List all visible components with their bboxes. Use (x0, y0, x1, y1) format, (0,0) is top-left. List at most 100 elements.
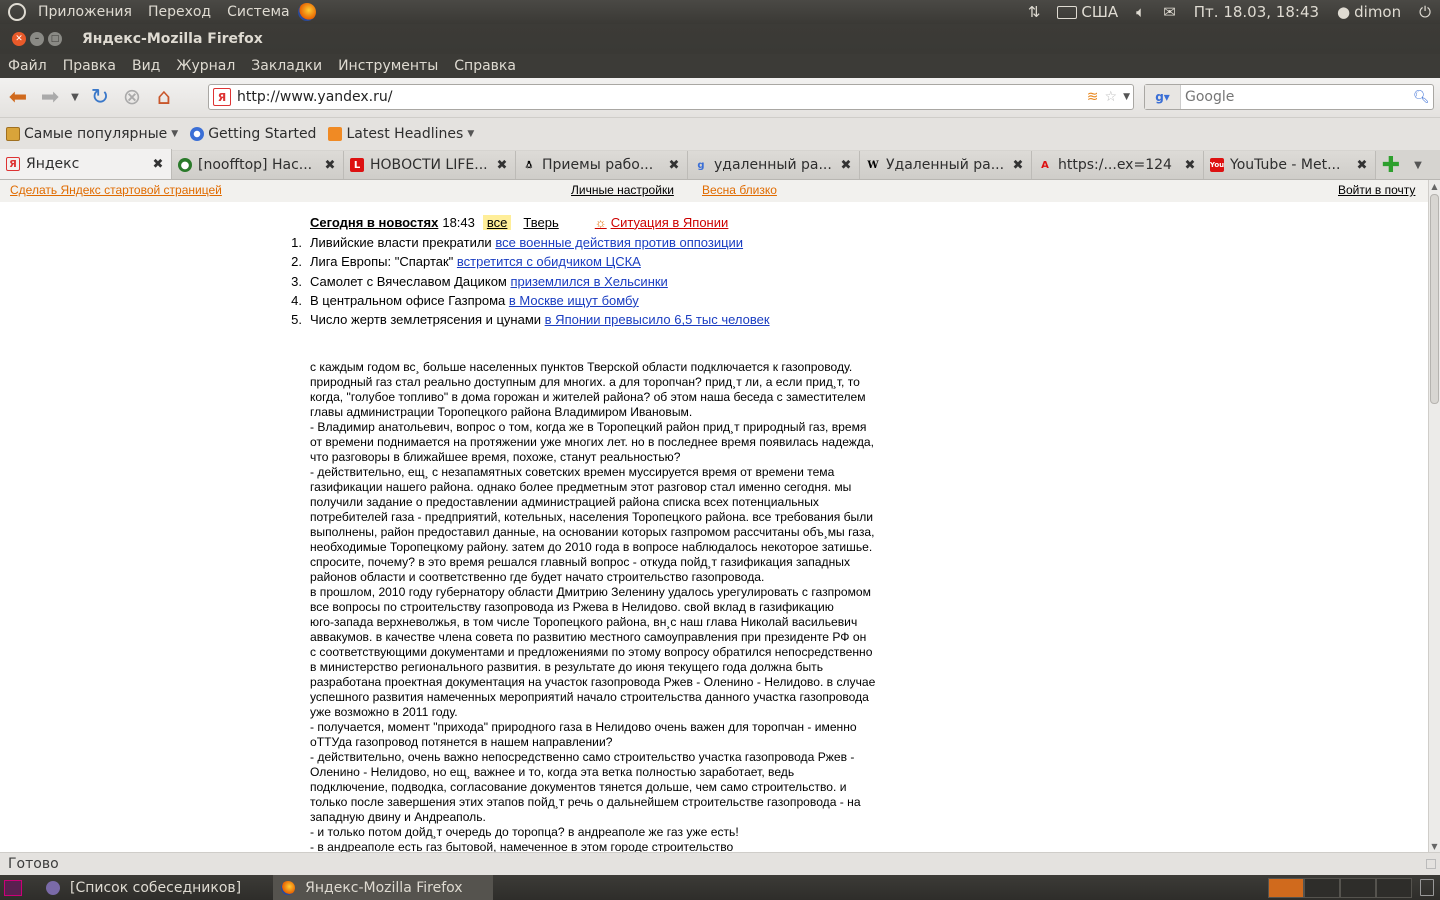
tab-close-icon[interactable]: ✖ (495, 158, 509, 173)
news-tab-city[interactable]: Тверь (523, 215, 558, 230)
search-engine-google-icon[interactable]: g▾ (1145, 85, 1181, 109)
power-icon[interactable]: ⏻ (1410, 3, 1440, 21)
bookmark-most-visited[interactable]: Самые популярные ▼ (0, 126, 184, 142)
scroll-up-arrow-icon[interactable]: ▲ (1429, 180, 1440, 192)
news-item-text: Число жертв землетрясения и цунами (310, 312, 545, 328)
workspace-switcher[interactable] (1268, 878, 1412, 898)
keyboard-layout[interactable]: США (1081, 3, 1127, 21)
search-input[interactable] (1185, 89, 1413, 105)
workspace-2[interactable] (1304, 878, 1340, 898)
workspace-1[interactable] (1268, 878, 1304, 898)
spring-link[interactable]: Весна близко (702, 183, 777, 197)
news-item-text: В центральном офисе Газпрома (310, 292, 509, 308)
news-time: 18:43 (442, 214, 475, 230)
search-magnifier-icon[interactable]: 🔍︎ (1413, 90, 1433, 105)
url-dropdown-icon[interactable]: ▼ (1123, 92, 1130, 102)
ubuntu-logo-icon[interactable] (8, 3, 26, 21)
menu-history[interactable]: Журнал (168, 58, 243, 74)
url-bar[interactable]: Я http://www.yandex.ru/ ≋ ☆ ▼ (208, 84, 1134, 110)
user-name[interactable]: dimon (1352, 3, 1410, 21)
window-minimize-button[interactable]: – (30, 32, 44, 46)
clock[interactable]: Пт. 18.03, 18:43 (1185, 3, 1328, 21)
menu-edit[interactable]: Правка (55, 58, 124, 74)
workspace-4[interactable] (1376, 878, 1412, 898)
bookmark-getting-started[interactable]: Getting Started (184, 126, 322, 142)
volume-icon[interactable]: 🔈︎ (1127, 3, 1154, 21)
article-line: районов области и соответственно где буд… (310, 570, 765, 584)
tab-close-icon[interactable]: ✖ (1183, 158, 1197, 173)
news-special-link[interactable]: ☼ Ситуация в Японии (595, 215, 729, 230)
new-tab-plus-icon[interactable]: ✚ (1376, 151, 1406, 179)
news-tab-all[interactable]: все (482, 214, 512, 230)
bookmark-latest-headlines[interactable]: Latest Headlines ▼ (322, 126, 480, 142)
tab-close-icon[interactable]: ✖ (839, 158, 853, 173)
tab-yandex[interactable]: Я Яндекс ✖ (0, 149, 172, 179)
vertical-scrollbar[interactable]: ▲ ▼ (1428, 180, 1440, 852)
tab-close-icon[interactable]: ✖ (1355, 158, 1369, 173)
user-status-icon[interactable]: ● (1328, 3, 1352, 21)
firefox-launcher-icon[interactable] (297, 3, 316, 21)
article-line: все вопросы по строительству газопровода… (310, 600, 834, 614)
back-arrow-icon[interactable]: ⬅ (2, 83, 34, 113)
url-text[interactable]: http://www.yandex.ru/ (237, 89, 1084, 105)
tab-list-dropdown-icon[interactable]: ▼ (1406, 151, 1430, 179)
make-start-page-link[interactable]: Сделать Яндекс стартовой страницей (10, 183, 222, 197)
show-desktop-icon[interactable] (4, 879, 22, 896)
personal-settings-link[interactable]: Личные настройки (571, 183, 674, 197)
chevron-down-icon: ▼ (171, 129, 179, 139)
stop-icon[interactable]: ⊗ (116, 83, 148, 113)
panel-menu-places[interactable]: Переход (140, 0, 219, 24)
news-heading-link[interactable]: Сегодня в новостях (310, 215, 438, 230)
login-mail-link[interactable]: Войти в почту (1338, 183, 1415, 197)
menu-help[interactable]: Справка (446, 58, 524, 74)
forward-arrow-icon[interactable]: ➡ (34, 83, 66, 113)
tab-youtube[interactable]: You YouTube - Met... ✖ (1204, 151, 1376, 179)
tab-work-techniques[interactable]: 🐧︎ Приемы рабо... ✖ (516, 151, 688, 179)
tab-life-news[interactable]: L НОВОСТИ LIFE... ✖ (344, 151, 516, 179)
keyboard-icon[interactable] (1057, 5, 1078, 19)
tab-close-icon[interactable]: ✖ (667, 158, 681, 173)
news-item-link[interactable]: встретится с обидчиком ЦСКА (457, 254, 641, 269)
bookmark-star-icon[interactable]: ☆ (1105, 89, 1118, 105)
menu-view[interactable]: Вид (124, 58, 168, 74)
taskbar-item-pidgin[interactable]: [Список собеседников] (38, 875, 249, 900)
tab-https-pdf[interactable]: A https:/...ex=124 ✖ (1032, 151, 1204, 179)
news-item-link[interactable]: приземлился в Хельсинки (510, 274, 667, 289)
news-item-link[interactable]: в Японии превысило 6,5 тыс человек (545, 312, 770, 327)
menu-bookmarks[interactable]: Закладки (243, 58, 330, 74)
tab-noofftop[interactable]: ● [noofftop] Нас... ✖ (172, 151, 344, 179)
menu-tools[interactable]: Инструменты (330, 58, 446, 74)
mail-icon[interactable]: ✉ (1154, 3, 1185, 21)
menu-file[interactable]: Файл (0, 58, 55, 74)
tab-remote-wiki[interactable]: W Удаленный ра... ✖ (860, 151, 1032, 179)
article-line: потребителей газа - предприятий, котельн… (310, 510, 874, 524)
scroll-down-arrow-icon[interactable]: ▼ (1429, 840, 1440, 852)
tab-remote-google[interactable]: g удаленный ра... ✖ (688, 151, 860, 179)
window-maximize-button[interactable]: □ (48, 32, 62, 46)
article-text: с каждым годом вс¸ больше населенных пун… (310, 360, 918, 852)
home-icon[interactable]: ⌂ (148, 83, 180, 113)
history-dropdown-icon[interactable]: ▼ (66, 83, 84, 113)
panel-menu-applications[interactable]: Приложения (30, 0, 140, 24)
scrollbar-thumb[interactable] (1430, 194, 1439, 404)
tab-close-icon[interactable]: ✖ (323, 158, 337, 173)
reload-icon[interactable]: ↻ (84, 83, 116, 113)
resize-grip-icon[interactable] (1426, 859, 1436, 869)
chevron-down-icon: ▼ (467, 129, 475, 139)
trash-icon[interactable] (1420, 879, 1434, 896)
article-line: с соответствующими документами и предлож… (310, 645, 873, 659)
panel-menu-system[interactable]: Система (219, 0, 297, 24)
pidgin-icon (46, 880, 60, 895)
workspace-3[interactable] (1340, 878, 1376, 898)
tab-close-icon[interactable]: ✖ (151, 157, 165, 172)
window-close-button[interactable]: ✕ (12, 32, 26, 46)
rss-feed-icon[interactable]: ≋ (1087, 89, 1099, 105)
search-bar[interactable]: g▾ 🔍︎ (1144, 84, 1434, 110)
tab-label: Яндекс (26, 156, 80, 172)
network-icon[interactable]: ⇅ (1019, 3, 1050, 21)
taskbar-item-firefox[interactable]: Яндекс-Mozilla Firefox (273, 875, 494, 900)
news-item-link[interactable]: все военные действия против оппозиции (495, 235, 743, 250)
news-item-link[interactable]: в Москве ищут бомбу (509, 293, 639, 308)
tab-close-icon[interactable]: ✖ (1011, 158, 1025, 173)
site-favicon-icon[interactable]: Я (213, 88, 231, 106)
